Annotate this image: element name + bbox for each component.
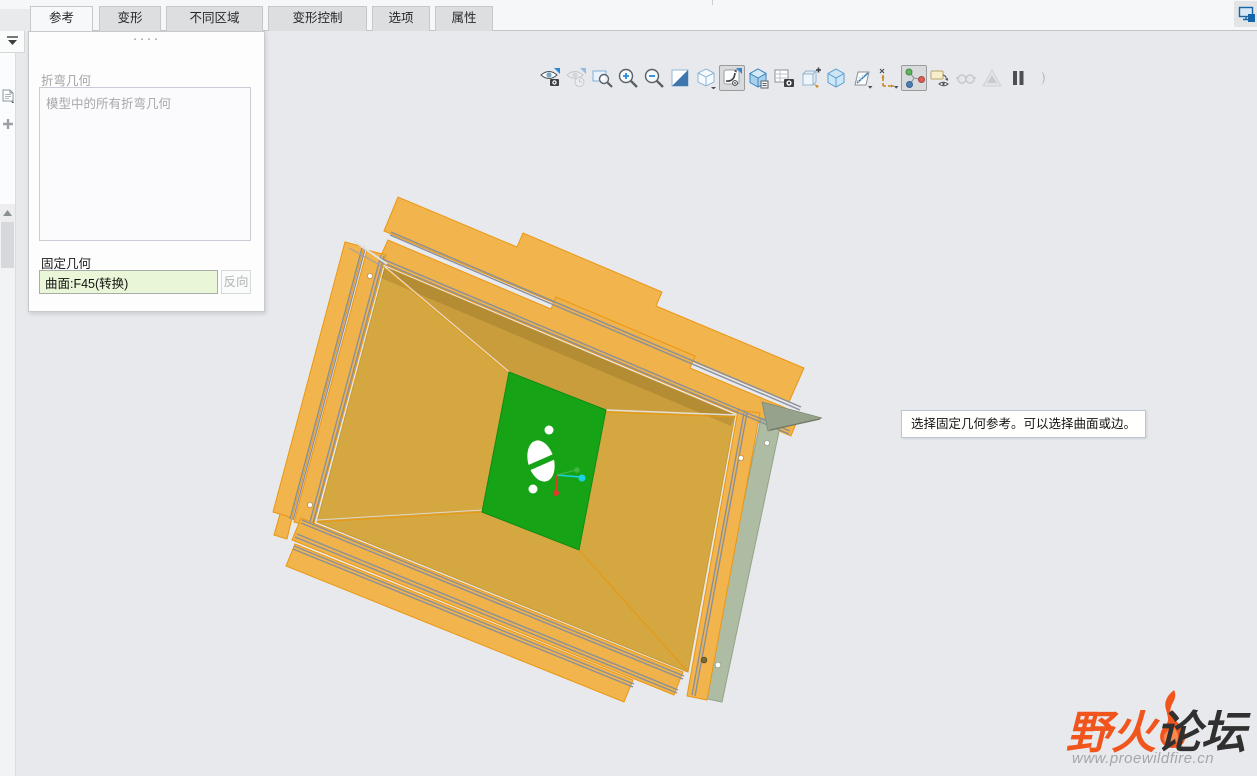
sheet-bend-preview-button[interactable]: [719, 65, 745, 91]
grid-camera-icon: [774, 69, 794, 87]
rail-scrollbar-thumb[interactable]: [1, 222, 14, 268]
tab-deform-control[interactable]: 变形控制: [268, 6, 367, 31]
pause-button[interactable]: [1005, 65, 1031, 91]
axis-display-button[interactable]: [875, 65, 901, 91]
zoom-region-button[interactable]: [589, 65, 615, 91]
point-display-button[interactable]: [927, 65, 953, 91]
csys-display-button[interactable]: [901, 65, 927, 91]
view-manager-button[interactable]: [771, 65, 797, 91]
shading-with-edges-button[interactable]: [823, 65, 849, 91]
axes-xy-icon: [879, 68, 899, 89]
graphics-toolbar: [537, 65, 1057, 91]
watermark-url: www.proewildfire.cn: [1072, 750, 1215, 767]
3d-glasses-button[interactable]: [953, 65, 979, 91]
rail-scrollbar-up-button[interactable]: [0, 204, 15, 222]
zoom-in-icon: [618, 68, 638, 88]
zoom-in-button[interactable]: [615, 65, 641, 91]
zoom-region-icon: [592, 70, 613, 88]
model-tree-document-button[interactable]: [1, 89, 15, 103]
triad-x-handle[interactable]: [553, 490, 559, 496]
left-rail: [0, 53, 16, 776]
triad-z-handle[interactable]: [574, 467, 580, 473]
eye-clock-icon: [566, 68, 586, 87]
repaint-button[interactable]: [667, 65, 693, 91]
bend-geometry-placeholder: 模型中的所有折弯几何: [46, 97, 172, 111]
bend-geometry-collector[interactable]: 模型中的所有折弯几何: [39, 87, 251, 241]
window-app-icon[interactable]: [1234, 1, 1257, 27]
blue-cube-icon: [748, 68, 769, 89]
fixed-geometry-collector[interactable]: [39, 270, 218, 294]
tab-options[interactable]: 选项: [372, 6, 430, 31]
white-cube-icon: [697, 68, 716, 89]
simulation-display-button[interactable]: [979, 65, 1005, 91]
bend-preview-icon: [723, 68, 742, 86]
shaded-cube-icon: [827, 68, 845, 88]
rail-scrollbar-track[interactable]: [0, 222, 15, 776]
tab-references[interactable]: 参考: [30, 6, 93, 31]
shade-split-icon: [671, 69, 689, 87]
tab-deform[interactable]: 变形: [99, 6, 161, 31]
view-visibility-button[interactable]: [537, 65, 563, 91]
eye-camera-icon: [540, 68, 560, 86]
tag-eye-icon: [930, 70, 949, 87]
prompt-tooltip: 选择固定几何参考。可以选择曲面或边。: [901, 410, 1147, 438]
crescent-icon: [1041, 71, 1045, 85]
zoom-out-icon: [644, 68, 664, 88]
cube-plus-icon: [802, 67, 821, 88]
flip-button[interactable]: 反向: [221, 270, 251, 294]
tab-properties[interactable]: 属性: [435, 6, 493, 31]
references-dashboard-panel: ···· 折弯几何 模型中的所有折弯几何 固定几何 反向: [28, 31, 265, 312]
chevron-collapse-icon: [6, 36, 18, 45]
add-item-button[interactable]: [1, 117, 15, 131]
saved-orientations-button[interactable]: [745, 65, 771, 91]
collapse-panel-button[interactable]: [0, 31, 25, 53]
csys-balls-icon: [905, 68, 925, 88]
plane-display-button[interactable]: [849, 65, 875, 91]
resume-button[interactable]: [1031, 65, 1057, 91]
triad-y-handle[interactable]: [578, 474, 586, 482]
model-left-flap-foot[interactable]: [273, 513, 293, 540]
triangle-icon: [982, 68, 1002, 87]
tab-different-regions[interactable]: 不同区域: [166, 6, 263, 31]
plus-icon: [3, 119, 13, 129]
tab-bar-corner: [0, 9, 30, 31]
ribbon-separator: [712, 0, 713, 5]
glasses-icon: [956, 74, 976, 84]
document-icon: [2, 89, 14, 103]
pause-icon: [1013, 71, 1024, 85]
panel-drag-handle[interactable]: ····: [29, 31, 264, 46]
zoom-out-button[interactable]: [641, 65, 667, 91]
display-style-button[interactable]: [693, 65, 719, 91]
plane-hatch-icon: [854, 71, 873, 89]
image-visibility-button[interactable]: [563, 65, 589, 91]
monitor-icon: [1238, 6, 1255, 22]
annotation-display-button[interactable]: [797, 65, 823, 91]
watermark: 野火论坛 www.proewildfire.cn: [1066, 690, 1252, 772]
scroll-up-icon: [3, 210, 12, 216]
ribbon-tab-bar: 参考 变形 不同区域 变形控制 选项 属性: [0, 0, 1257, 31]
